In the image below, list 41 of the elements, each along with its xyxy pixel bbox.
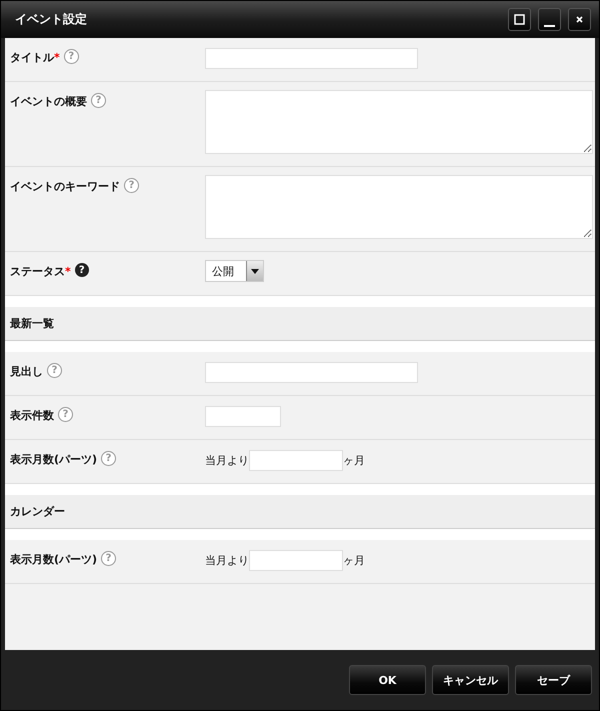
field-prefix: 当月より	[205, 553, 249, 568]
text-area[interactable]	[205, 175, 593, 239]
field-label: 表示月数(パーツ)	[10, 552, 98, 567]
section-title: カレンダー	[10, 504, 65, 519]
dialog-button[interactable]: OK	[349, 665, 426, 695]
help-icon[interactable]: ?	[101, 451, 116, 466]
field-label: イベントの概要	[10, 94, 87, 109]
input-field[interactable]	[205, 362, 418, 383]
help-icon[interactable]: ?	[74, 263, 89, 277]
field-label: 表示件数	[10, 408, 54, 423]
field-label: ステータス*	[10, 264, 71, 279]
minimize-button[interactable]	[538, 8, 561, 31]
status-dropdown[interactable]: 公開	[205, 260, 264, 282]
caret-icon	[251, 268, 259, 274]
text-area[interactable]	[205, 90, 593, 154]
field-label: 表示月数(パーツ)	[10, 452, 98, 467]
help-icon[interactable]: ?	[124, 178, 139, 193]
window-title: イベント設定	[15, 11, 88, 28]
help-icon[interactable]: ?	[58, 407, 73, 422]
help-icon[interactable]: ?	[47, 363, 62, 378]
dialog-button[interactable]: セーブ	[515, 665, 592, 695]
section-title: 最新一覧	[10, 316, 54, 331]
input-field[interactable]	[249, 550, 343, 571]
field-suffix: ヶ月	[343, 453, 365, 468]
maximize-button[interactable]	[508, 8, 531, 31]
help-icon[interactable]: ?	[64, 49, 79, 64]
help-icon[interactable]: ?	[101, 551, 116, 566]
field-label: タイトル*	[10, 50, 60, 65]
input-field[interactable]	[249, 450, 343, 471]
maximize-icon	[514, 14, 525, 25]
dialog-button[interactable]: キャンセル	[432, 665, 509, 695]
close-button[interactable]	[568, 8, 591, 31]
field-label: 見出し	[10, 364, 43, 379]
field-label: イベントのキーワード	[10, 179, 120, 194]
close-icon	[576, 16, 583, 23]
input-field[interactable]	[205, 406, 281, 427]
field-prefix: 当月より	[205, 453, 249, 468]
minimize-icon	[544, 24, 555, 26]
help-icon[interactable]: ?	[91, 93, 106, 108]
field-suffix: ヶ月	[343, 553, 365, 568]
input-field[interactable]	[205, 48, 418, 69]
